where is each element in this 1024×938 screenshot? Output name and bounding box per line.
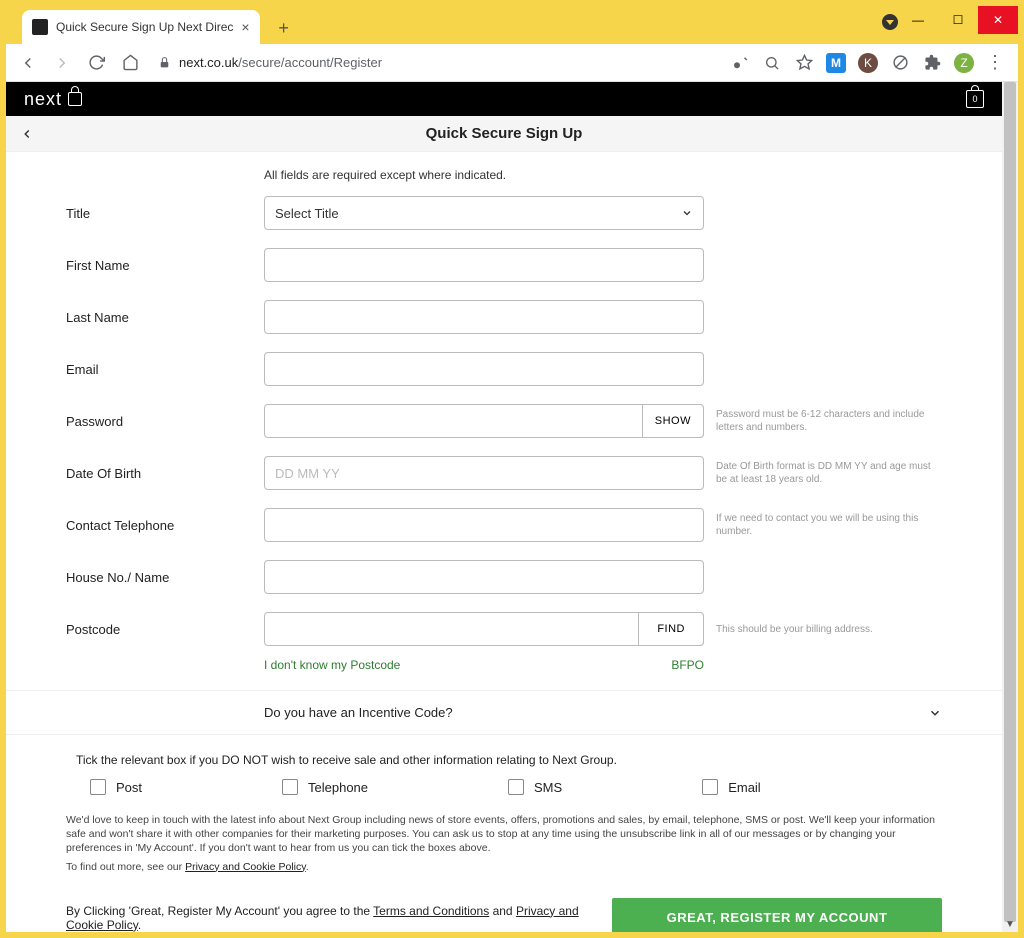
signup-form: All fields are required except where ind…	[6, 152, 1002, 932]
minimize-button[interactable]: ―	[898, 6, 938, 34]
site-logo[interactable]: next	[24, 89, 82, 110]
house-input[interactable]	[264, 560, 704, 594]
bag-count: 0	[972, 94, 977, 104]
sms-checkbox[interactable]: SMS	[508, 779, 562, 795]
required-note: All fields are required except where ind…	[264, 168, 942, 182]
maximize-button[interactable]: ☐	[938, 6, 978, 34]
marketing-disclaimer: We'd love to keep in touch with the late…	[66, 813, 942, 856]
privacy-link[interactable]: Privacy and Cookie Policy	[185, 861, 306, 873]
marketing-disclaimer-more: To find out more, see our Privacy and Co…	[66, 860, 942, 874]
telephone-checkbox[interactable]: Telephone	[282, 779, 368, 795]
title-select-value: Select Title	[275, 206, 339, 221]
new-tab-button[interactable]: +	[270, 14, 298, 42]
password-key-icon[interactable]	[730, 53, 750, 73]
title-select[interactable]: Select Title	[264, 196, 704, 230]
home-button[interactable]	[116, 49, 144, 77]
extension-k-icon[interactable]: K	[858, 53, 878, 73]
lock-icon	[68, 92, 82, 106]
extensions-icon[interactable]	[922, 53, 942, 73]
page-sub-header: Quick Secure Sign Up	[6, 116, 1002, 152]
forward-button[interactable]	[48, 49, 76, 77]
scroll-down-icon[interactable]: ▼	[1002, 916, 1018, 932]
favicon	[32, 19, 48, 35]
account-indicator-icon[interactable]	[882, 14, 898, 30]
agree-text: By Clicking 'Great, Register My Account'…	[66, 904, 592, 932]
titlebar: Quick Secure Sign Up Next Direc × + ― ☐ …	[6, 6, 1018, 44]
house-label: House No./ Name	[66, 570, 264, 585]
marketing-checkboxes: Post Telephone SMS Email	[90, 779, 942, 795]
terms-link[interactable]: Terms and Conditions	[373, 904, 489, 918]
dob-input[interactable]	[264, 456, 704, 490]
dob-hint: Date Of Birth format is DD MM YY and age…	[716, 460, 936, 486]
back-chevron-icon[interactable]	[20, 127, 34, 141]
marketing-note: Tick the relevant box if you DO NOT wish…	[76, 753, 942, 767]
find-postcode-button[interactable]: FIND	[638, 612, 704, 646]
postcode-hint: This should be your billing address.	[716, 623, 936, 636]
email-checkbox[interactable]: Email	[702, 779, 761, 795]
extension-m-icon[interactable]: M	[826, 53, 846, 73]
zoom-icon[interactable]	[762, 53, 782, 73]
menu-dots-icon[interactable]: ⋮	[986, 52, 1004, 73]
first-name-input[interactable]	[264, 248, 704, 282]
phone-label: Contact Telephone	[66, 518, 264, 533]
last-name-input[interactable]	[264, 300, 704, 334]
scrollbar[interactable]: ▼	[1002, 82, 1018, 932]
scrollbar-thumb[interactable]	[1004, 82, 1016, 922]
bfpo-link[interactable]: BFPO	[671, 658, 704, 672]
viewport: next 0 Quick Secure Sign Up All fields a…	[6, 82, 1018, 932]
password-label: Password	[66, 414, 264, 429]
post-checkbox[interactable]: Post	[90, 779, 142, 795]
tab-close-icon[interactable]: ×	[241, 19, 249, 35]
phone-input[interactable]	[264, 508, 704, 542]
logo-text: next	[24, 89, 62, 110]
reload-button[interactable]	[82, 49, 110, 77]
dob-label: Date Of Birth	[66, 466, 264, 481]
bookmark-star-icon[interactable]	[794, 53, 814, 73]
site-header: next 0	[6, 82, 1002, 116]
profile-avatar[interactable]: Z	[954, 53, 974, 73]
window-controls: ― ☐ ✕	[898, 6, 1018, 34]
url-domain: next.co.uk	[179, 55, 238, 70]
phone-hint: If we need to contact you we will be usi…	[716, 512, 936, 538]
page-title: Quick Secure Sign Up	[426, 125, 583, 142]
tab-title: Quick Secure Sign Up Next Direc	[56, 20, 233, 34]
register-button[interactable]: GREAT, REGISTER MY ACCOUNT	[612, 898, 942, 932]
postcode-label: Postcode	[66, 622, 264, 637]
first-name-label: First Name	[66, 258, 264, 273]
browser-window: Quick Secure Sign Up Next Direc × + ― ☐ …	[6, 6, 1018, 932]
title-label: Title	[66, 206, 264, 221]
extension-block-icon[interactable]	[890, 53, 910, 73]
incentive-label: Do you have an Incentive Code?	[264, 705, 453, 720]
close-window-button[interactable]: ✕	[978, 6, 1018, 34]
show-password-button[interactable]: SHOW	[642, 404, 704, 438]
back-button[interactable]	[14, 49, 42, 77]
chevron-down-icon	[681, 207, 693, 219]
toolbar-icons: M K Z ⋮	[730, 52, 1010, 73]
lock-icon	[158, 56, 171, 69]
url-path: /secure/account/Register	[238, 55, 382, 70]
email-input[interactable]	[264, 352, 704, 386]
password-input[interactable]	[264, 404, 704, 438]
page-content: next 0 Quick Secure Sign Up All fields a…	[6, 82, 1002, 932]
url-field[interactable]: next.co.uk/secure/account/Register	[150, 55, 724, 70]
last-name-label: Last Name	[66, 310, 264, 325]
shopping-bag-icon[interactable]: 0	[966, 90, 984, 108]
incentive-toggle[interactable]: Do you have an Incentive Code?	[6, 691, 1002, 735]
dont-know-postcode-link[interactable]: I don't know my Postcode	[264, 658, 400, 672]
password-hint: Password must be 6-12 characters and inc…	[716, 408, 936, 434]
chevron-down-icon	[928, 706, 942, 720]
address-bar: next.co.uk/secure/account/Register M K Z…	[6, 44, 1018, 82]
browser-tab[interactable]: Quick Secure Sign Up Next Direc ×	[22, 10, 260, 44]
email-label: Email	[66, 362, 264, 377]
